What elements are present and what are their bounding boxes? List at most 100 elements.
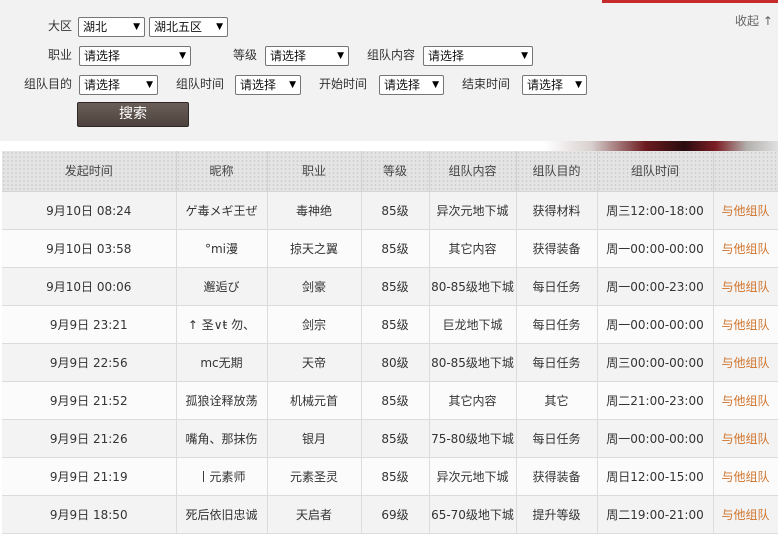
team-time-cell: 周日12:00-15:00 — [597, 457, 714, 496]
purpose-label: 组队目的 — [24, 77, 73, 91]
start-time-cell: 9月9日 18:50 — [2, 495, 177, 534]
chevron-down-icon: ▼ — [337, 51, 344, 61]
level-cell: 85级 — [361, 381, 430, 420]
content-select-value: 请选择 — [428, 49, 465, 63]
team-up-link[interactable]: 与他组队 — [713, 419, 778, 458]
team-time-cell: 周三00:00-00:00 — [597, 343, 714, 382]
chevron-down-icon: ▼ — [216, 22, 223, 32]
content-select[interactable]: 请选择 ▼ — [423, 46, 533, 66]
start-time-cell: 9月9日 21:26 — [2, 419, 177, 458]
column-header-purpose: 组队目的 — [516, 151, 598, 192]
job-cell: 元素圣灵 — [267, 457, 362, 496]
purpose-cell: 其它 — [516, 381, 598, 420]
level-select[interactable]: 请选择 ▼ — [265, 46, 349, 66]
nickname-cell: 死后依旧忠诚 — [176, 495, 268, 534]
level-label: 等级 — [233, 48, 258, 62]
collapse-link[interactable]: 收起 ↑ — [735, 12, 773, 30]
content-cell: 其它内容 — [429, 229, 517, 268]
team-up-link[interactable]: 与他组队 — [713, 381, 778, 420]
purpose-select-value: 请选择 — [84, 78, 121, 92]
job-select[interactable]: 请选择 ▼ — [79, 46, 191, 66]
start-time-cell: 9月9日 23:21 — [2, 305, 177, 344]
top-accent-bar — [602, 0, 778, 3]
team-time-cell: 周一00:00-00:00 — [597, 229, 714, 268]
time-label: 组队时间 — [176, 77, 225, 91]
start-time-cell: 9月10日 00:06 — [2, 267, 177, 306]
job-cell: 掠天之翼 — [267, 229, 362, 268]
region-select[interactable]: 湖北 ▼ — [78, 17, 145, 37]
nickname-cell: mc无期 — [176, 343, 268, 382]
team-up-link[interactable]: 与他组队 — [713, 457, 778, 496]
banner-strip — [0, 141, 778, 151]
chevron-down-icon: ▼ — [146, 80, 153, 90]
table-row: 9月10日 03:58 °mi漫 掠天之翼 85级 其它内容 获得装备 周一00:00-00… — [2, 229, 778, 268]
end-time-select[interactable]: 请选择 ▼ — [522, 75, 587, 95]
table-row: 9月9日 18:50 死后依旧忠诚 天启者 69级 65-70级地下城 提升等级 周二19:… — [2, 495, 778, 534]
purpose-cell: 提升等级 — [516, 495, 598, 534]
job-cell: 天帝 — [267, 343, 362, 382]
level-cell: 69级 — [361, 495, 430, 534]
table-row: 9月9日 22:56 mc无期 天帝 80级 80-85级地下城 每日任务 周三00:00-… — [2, 343, 778, 382]
table-row: 9月9日 21:52 孤狼诠释放荡 机械元首 85级 其它内容 其它 周二21:00-23:… — [2, 381, 778, 420]
table-row: 9月9日 21:26 嘴角、那抹伤 银月 85级 75-80级地下城 每日任务 周一00:0… — [2, 419, 778, 458]
start-time-select[interactable]: 请选择 ▼ — [379, 75, 444, 95]
purpose-cell: 获得装备 — [516, 457, 598, 496]
team-time-cell: 周二21:00-23:00 — [597, 381, 714, 420]
column-header-nickname: 昵称 — [176, 151, 268, 192]
job-select-value: 请选择 — [84, 49, 121, 63]
content-cell: 其它内容 — [429, 381, 517, 420]
team-up-link[interactable]: 与他组队 — [713, 495, 778, 534]
nickname-cell: °mi漫 — [176, 229, 268, 268]
team-up-link[interactable]: 与他组队 — [713, 267, 778, 306]
team-list-table: 发起时间 昵称 职业 等级 组队内容 组队目的 组队时间 9月10日 08:24… — [2, 151, 778, 534]
purpose-cell: 每日任务 — [516, 343, 598, 382]
time-select[interactable]: 请选择 ▼ — [235, 75, 301, 95]
purpose-cell: 每日任务 — [516, 305, 598, 344]
region-label: 大区 — [48, 19, 73, 33]
content-label: 组队内容 — [367, 48, 416, 62]
nickname-cell: 丨元素师 — [176, 457, 268, 496]
nickname-cell: 嘴角、那抹伤 — [176, 419, 268, 458]
level-cell: 85级 — [361, 457, 430, 496]
table-row: 9月9日 21:19 丨元素师 元素圣灵 85级 异次元地下城 获得装备 周日12:00-1… — [2, 457, 778, 496]
server-select-value: 湖北五区 — [154, 20, 203, 34]
team-up-link[interactable]: 与他组队 — [713, 305, 778, 344]
team-up-link[interactable]: 与他组队 — [713, 191, 778, 230]
search-button[interactable]: 搜索 — [77, 102, 189, 127]
purpose-select[interactable]: 请选择 ▼ — [79, 75, 158, 95]
job-cell: 天启者 — [267, 495, 362, 534]
start-time-cell: 9月9日 21:19 — [2, 457, 177, 496]
column-header-action — [713, 151, 778, 192]
content-cell: 异次元地下城 — [429, 191, 517, 230]
content-cell: 65-70级地下城 — [429, 495, 517, 534]
level-select-value: 请选择 — [270, 49, 307, 63]
team-up-link[interactable]: 与他组队 — [713, 343, 778, 382]
start-time-cell: 9月10日 08:24 — [2, 191, 177, 230]
level-cell: 85级 — [361, 305, 430, 344]
end-time-label: 结束时间 — [462, 77, 511, 91]
level-cell: 85级 — [361, 419, 430, 458]
level-cell: 85级 — [361, 191, 430, 230]
job-cell: 毒神绝 — [267, 191, 362, 230]
nickname-cell: 孤狼诠释放荡 — [176, 381, 268, 420]
nickname-cell: 邂逅び — [176, 267, 268, 306]
column-header-job: 职业 — [267, 151, 362, 192]
team-time-cell: 周一00:00-23:00 — [597, 267, 714, 306]
table-row: 9月9日 23:21 ↑ 圣∨ŧ 勿、 剑宗 85级 巨龙地下城 每日任务 周一00:00-… — [2, 305, 778, 344]
table-row: 9月10日 00:06 邂逅び 剑豪 85级 80-85级地下城 每日任务 周一00:00-… — [2, 267, 778, 306]
chevron-down-icon: ▼ — [575, 80, 582, 90]
team-up-link[interactable]: 与他组队 — [713, 229, 778, 268]
team-time-cell: 周三12:00-18:00 — [597, 191, 714, 230]
level-cell: 85级 — [361, 229, 430, 268]
start-time-select-value: 请选择 — [384, 78, 421, 92]
chevron-down-icon: ▼ — [432, 80, 439, 90]
chevron-down-icon: ▼ — [133, 22, 140, 32]
server-select[interactable]: 湖北五区 ▼ — [149, 17, 228, 37]
column-header-level: 等级 — [361, 151, 430, 192]
chevron-down-icon: ▼ — [521, 51, 528, 61]
team-time-cell: 周二19:00-21:00 — [597, 495, 714, 534]
start-time-cell: 9月9日 21:52 — [2, 381, 177, 420]
start-time-label: 开始时间 — [319, 77, 368, 91]
purpose-cell: 获得材料 — [516, 191, 598, 230]
content-cell: 异次元地下城 — [429, 457, 517, 496]
